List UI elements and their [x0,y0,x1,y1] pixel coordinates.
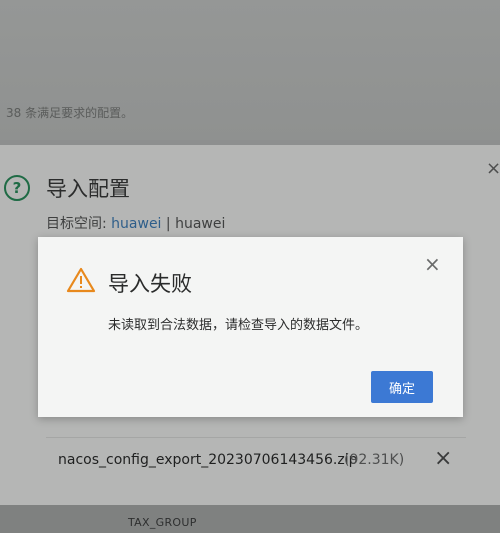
column-header-tax-group: TAX_GROUP [128,516,197,529]
namespace-name-link[interactable]: huawei [111,216,161,232]
config-table-header [0,505,500,533]
warning-icon [66,267,96,293]
remove-file-icon[interactable]: × [434,446,452,471]
uploaded-file-row: nacos_config_export_20230706143456.zip (… [46,437,466,482]
file-name: nacos_config_export_20230706143456.zip [58,452,358,468]
namespace-separator: | [165,216,171,232]
target-namespace: 目标空间: huawei | huawei [46,213,225,233]
error-message: 未读取到合法数据，请检查导入的数据文件。 [108,318,369,333]
search-result-notice: 38 条满足要求的配置。 [6,106,134,120]
namespace-label: 目标空间: [46,216,107,232]
help-icon: ? [4,175,30,201]
import-dialog-close-icon[interactable]: × [486,158,500,179]
confirm-button[interactable]: 确定 [371,371,433,403]
import-failed-modal: 导入失败 × 未读取到合法数据，请检查导入的数据文件。 确定 [38,237,463,417]
import-dialog-title: 导入配置 [46,177,130,201]
file-size: (92.31K) [344,452,405,468]
namespace-id: huawei [175,216,226,232]
error-title: 导入失败 [108,272,192,296]
error-close-icon[interactable]: × [424,252,441,276]
